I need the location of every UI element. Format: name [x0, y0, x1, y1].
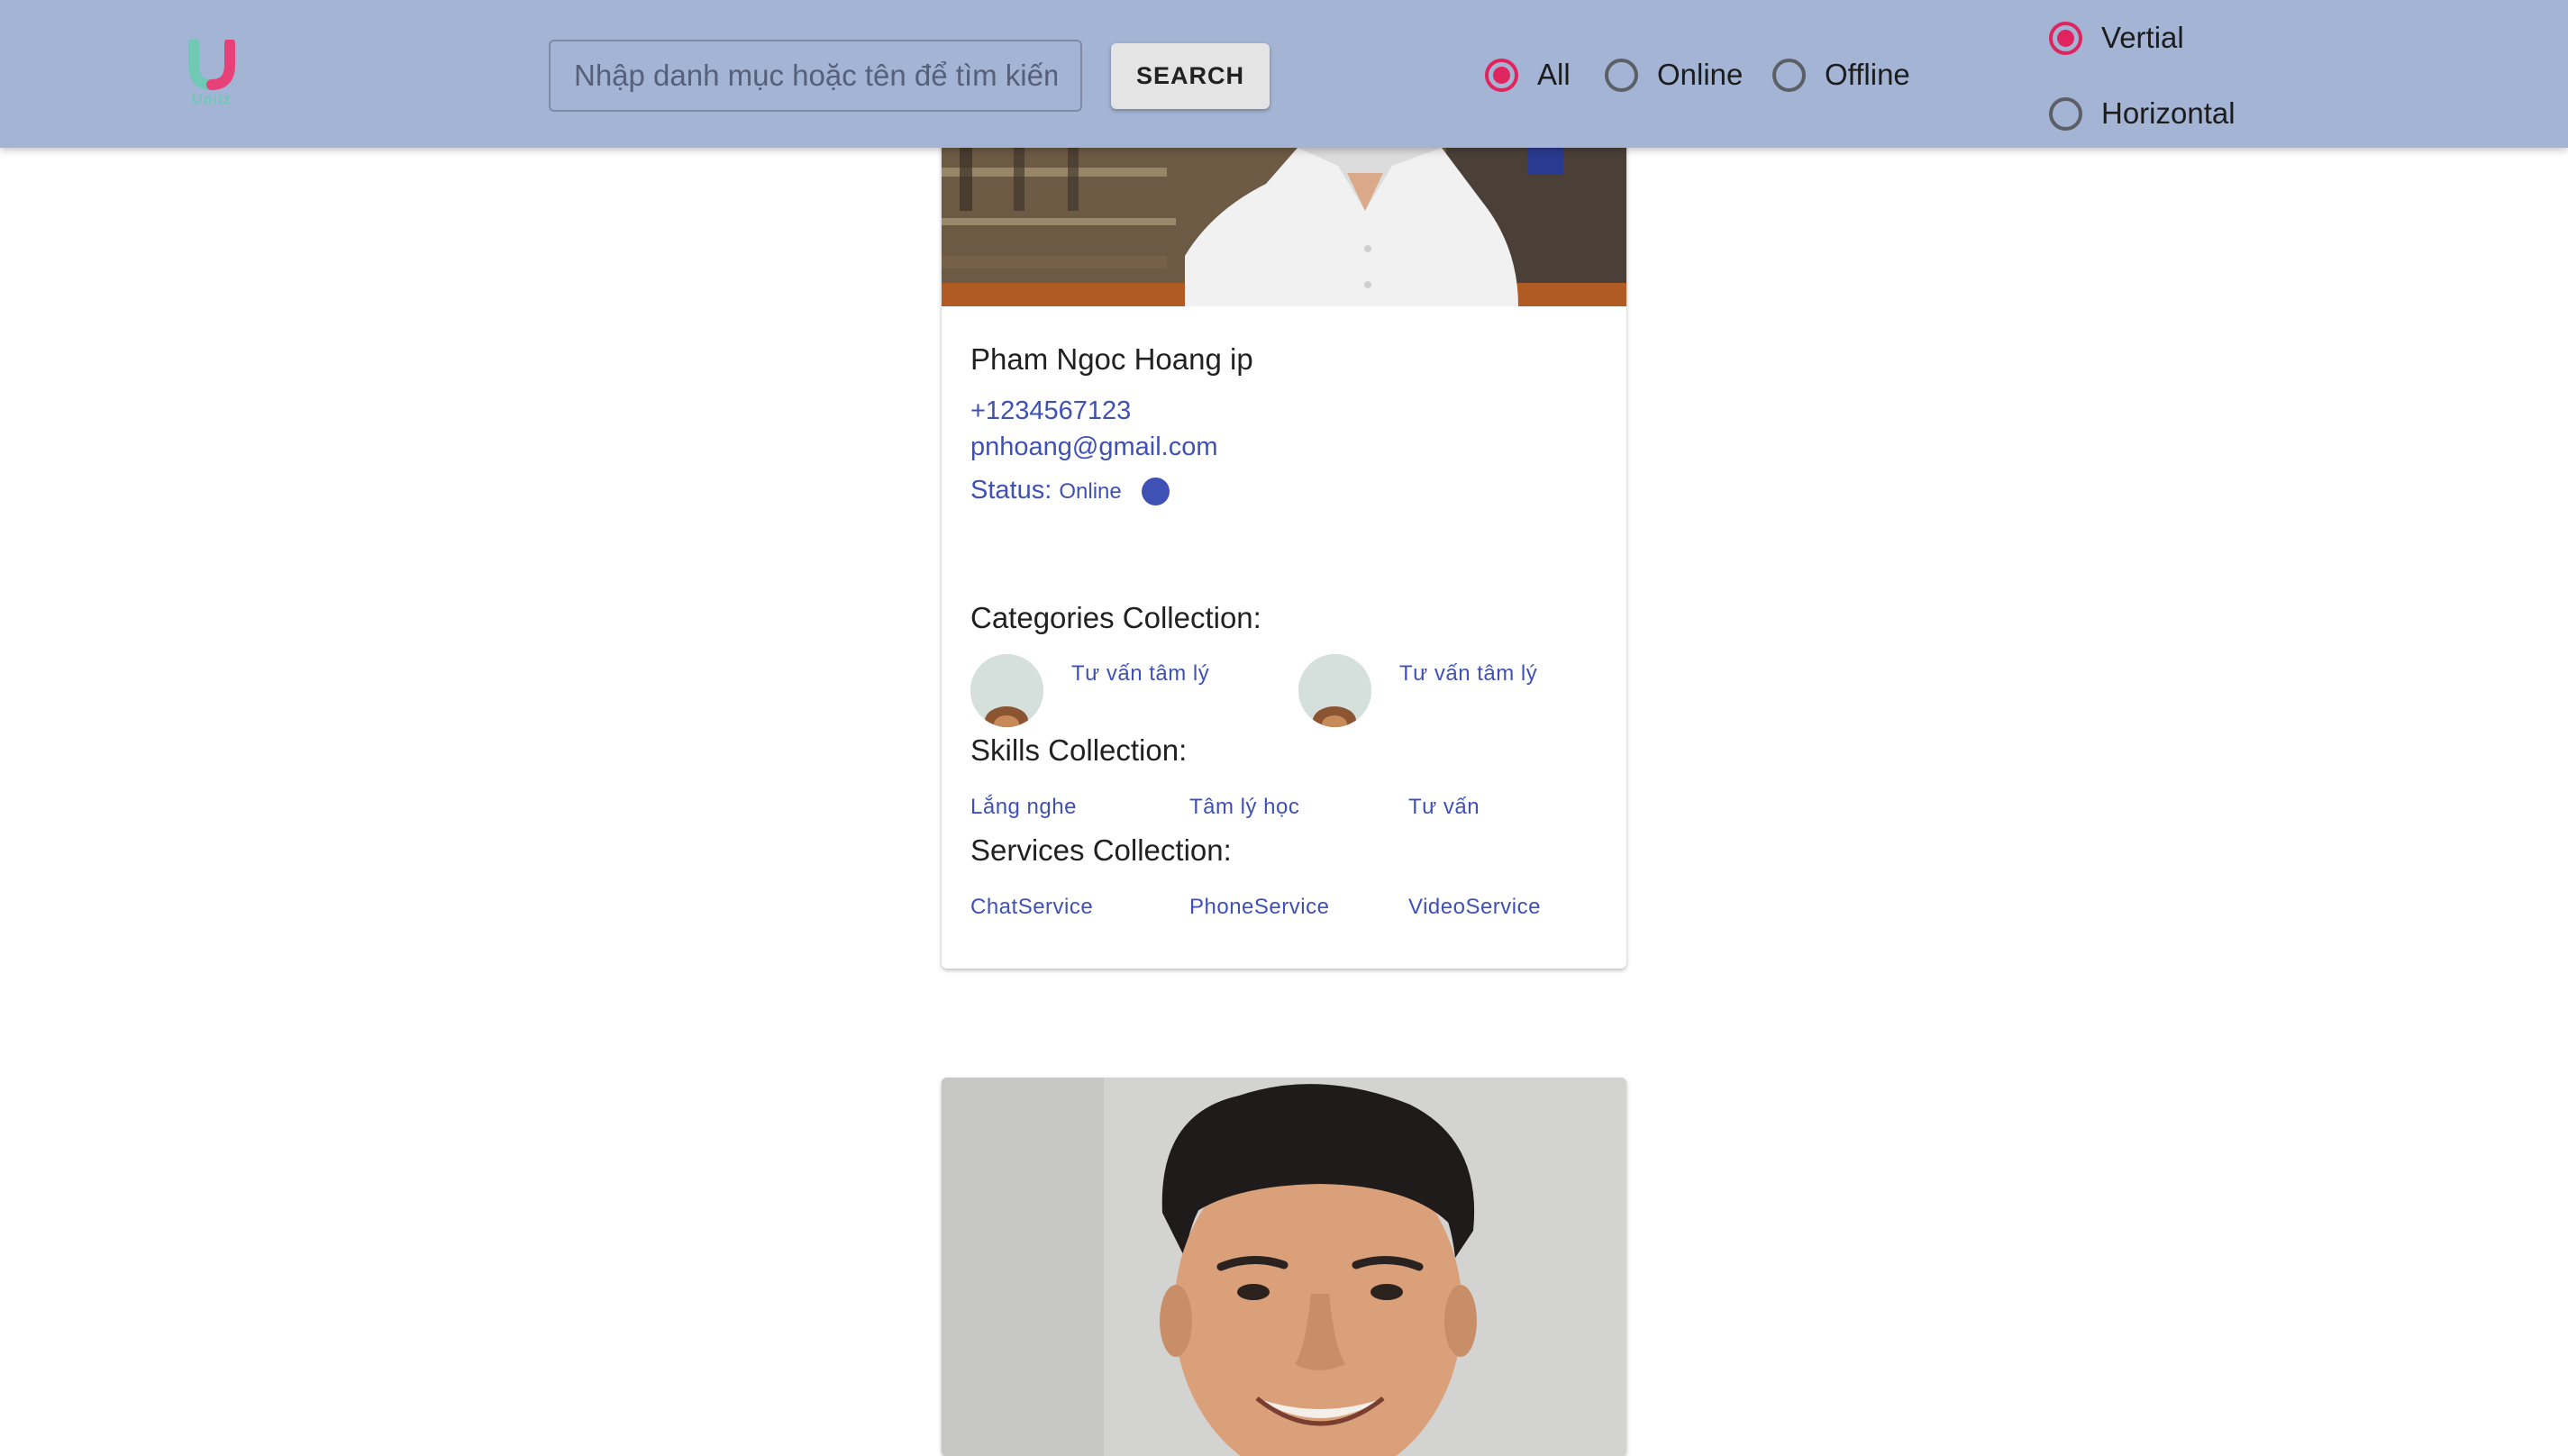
search-input[interactable] [549, 40, 1082, 112]
category-avatar [1298, 654, 1371, 727]
radio-checked-icon [1485, 58, 1518, 92]
search-button[interactable]: SEARCH [1111, 43, 1270, 109]
status-label: Status: [970, 476, 1052, 505]
online-status-indicator [1141, 477, 1170, 505]
status-value: Online [1059, 479, 1122, 504]
category-label[interactable]: Tư vấn tâm lý [1071, 661, 1209, 687]
category-avatar [970, 654, 1043, 727]
skill-chip[interactable]: Tư vấn [1408, 795, 1480, 820]
consultant-photo-image [942, 148, 1626, 306]
radio-unchecked-icon [1772, 58, 1806, 92]
service-chip[interactable]: VideoService [1408, 895, 1541, 920]
filter-all-label: All [1537, 58, 1571, 91]
service-chip[interactable]: ChatService [970, 895, 1093, 920]
skill-chip[interactable]: Tâm lý học [1189, 795, 1299, 820]
filter-offline-radio[interactable]: Offline [1772, 58, 1910, 92]
category-label[interactable]: Tư vấn tâm lý [1399, 661, 1537, 687]
layout-horizontal-radio[interactable]: Horizontal [2049, 96, 2236, 131]
category-avatar-image [970, 654, 1043, 727]
services-title: Services Collection: [970, 833, 1232, 867]
layout-horizontal-label: Horizontal [2101, 96, 2236, 130]
unitz-logo[interactable]: Unitz [185, 38, 239, 112]
consultant-status: Status: Online [970, 476, 1170, 505]
layout-vertical-label: Vertial [2101, 21, 2184, 54]
categories-title: Categories Collection: [970, 601, 1261, 634]
filter-online-radio[interactable]: Online [1605, 58, 1743, 92]
filter-online-label: Online [1657, 58, 1744, 91]
consultant-phone[interactable]: +1234567123 [970, 396, 1131, 426]
service-chip[interactable]: PhoneService [1189, 895, 1329, 920]
skills-title: Skills Collection: [970, 733, 1188, 767]
unitz-logo-icon [188, 38, 235, 91]
top-app-bar: Unitz SEARCH All Online Offline Vertial … [0, 0, 2568, 148]
consultant-photo [942, 1078, 1626, 1456]
filter-offline-label: Offline [1825, 58, 1910, 91]
radio-checked-icon [2049, 21, 2082, 55]
consultant-name: Pham Ngoc Hoang ip [970, 342, 1253, 376]
filter-all-radio[interactable]: All [1485, 58, 1571, 92]
logo-text: Unitz [191, 92, 232, 107]
consultant-photo [942, 148, 1626, 306]
skill-chip[interactable]: Lắng nghe [970, 795, 1077, 820]
consultant-photo-image [942, 1078, 1626, 1456]
consultant-email[interactable]: pnhoang@gmail.com [970, 432, 1217, 462]
layout-vertical-radio[interactable]: Vertial [2049, 21, 2184, 55]
consultant-card: Pham Ngoc Hoang ip +1234567123 pnhoang@g… [942, 90, 1626, 969]
radio-unchecked-icon [1605, 58, 1638, 92]
radio-unchecked-icon [2049, 96, 2082, 131]
category-avatar-image [1298, 654, 1371, 727]
consultant-card [942, 1078, 1626, 1456]
